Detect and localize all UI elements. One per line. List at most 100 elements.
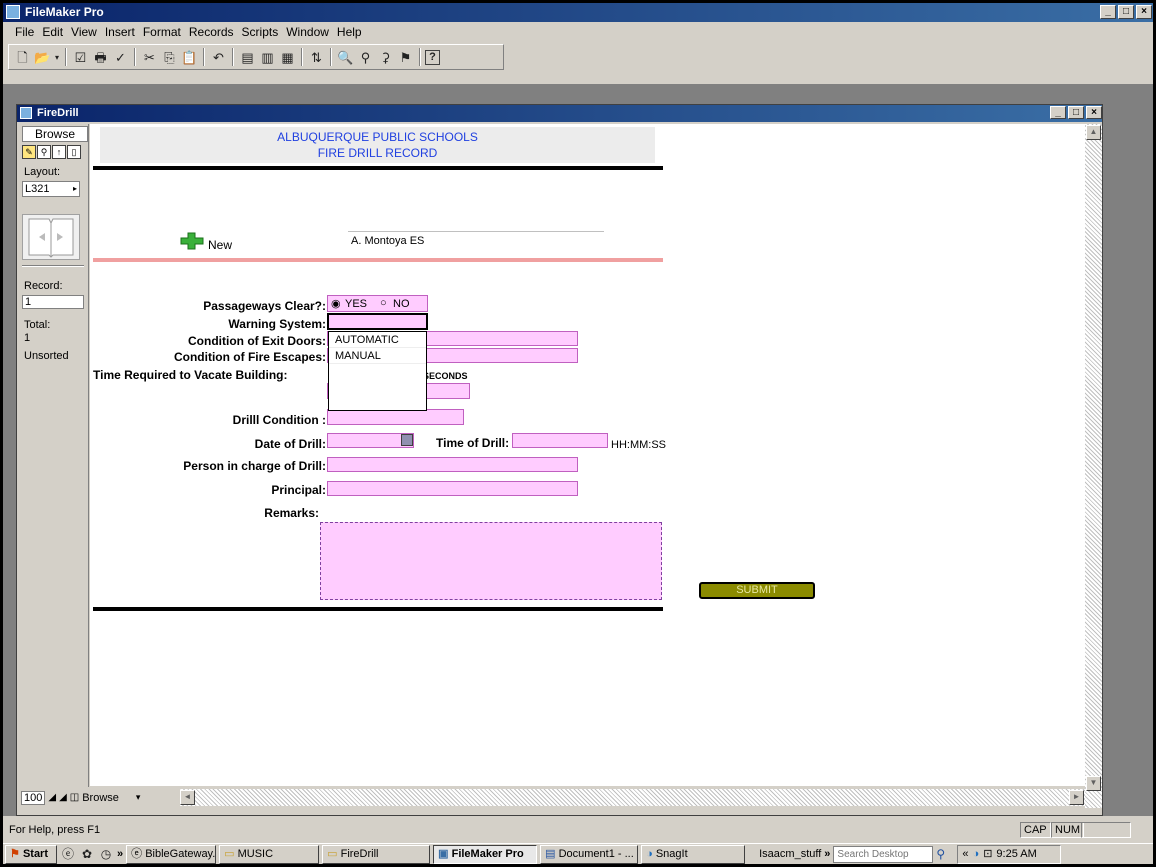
tray-network-icon[interactable]: ⊡ <box>983 846 992 863</box>
doc-close-icon[interactable]: × <box>1086 106 1102 119</box>
scroll-right-icon[interactable]: ► <box>1069 790 1084 805</box>
undo-icon[interactable]: ↶ <box>209 48 228 67</box>
new-record-icon[interactable]: ▤ <box>238 48 257 67</box>
scroll-up-icon[interactable]: ▲ <box>1086 125 1101 140</box>
record-number-input[interactable]: 1 <box>22 295 84 309</box>
sort-status: Unsorted <box>24 350 69 362</box>
search-icon[interactable]: ⚲ <box>936 847 954 861</box>
menu-help[interactable]: Help <box>333 25 366 39</box>
status-toggle-icon[interactable]: ◫ <box>70 792 79 803</box>
menu-file[interactable]: File <box>11 25 38 39</box>
filemaker-icon <box>6 5 20 19</box>
tray-snagit-icon[interactable]: ◑ <box>973 846 980 863</box>
doc-minimize-icon[interactable]: _ <box>1050 106 1066 119</box>
delete-record-icon[interactable]: ▦ <box>278 48 297 67</box>
folder-icon: ▭ <box>224 847 235 860</box>
menu-records[interactable]: Records <box>185 25 238 39</box>
task-firedrill[interactable]: ▭ FireDrill <box>322 844 431 864</box>
chevron-more-icon[interactable]: » <box>824 848 830 860</box>
copy-icon[interactable]: ⎘ <box>160 48 179 67</box>
record-book-icon[interactable] <box>22 214 80 260</box>
scroll-down-icon[interactable]: ▼ <box>1086 776 1101 791</box>
maximize-icon[interactable]: □ <box>1118 5 1134 19</box>
find-omit-icon[interactable]: ⚳ <box>376 48 395 67</box>
person-field[interactable] <box>327 457 578 472</box>
submit-button[interactable]: SUBMIT <box>699 582 815 599</box>
document-icon <box>20 107 32 119</box>
record-slider[interactable] <box>22 265 84 267</box>
remarks-field[interactable] <box>320 522 662 600</box>
chevron-more-icon[interactable]: » <box>117 848 123 860</box>
principal-field[interactable] <box>327 481 578 496</box>
zoom-level[interactable]: 100 <box>21 790 46 805</box>
layout-select[interactable]: L321 ▸ <box>22 181 80 197</box>
calendar-icon[interactable] <box>401 434 413 446</box>
system-tray: « ◑ ⊡ 9:25 AM <box>957 844 1062 864</box>
task-filemaker[interactable]: ▣ FileMaker Pro <box>433 844 538 864</box>
help-icon[interactable]: ? <box>425 49 440 65</box>
desktop-search-input[interactable] <box>833 845 934 863</box>
mode-popup[interactable]: Browse <box>82 792 119 804</box>
preview-mode-icon[interactable]: ▯ <box>67 145 81 159</box>
zoom-in-icon[interactable]: ◢ <box>59 792 67 803</box>
horizontal-scrollbar[interactable] <box>180 789 1085 806</box>
task-snagit[interactable]: ◑ SnagIt <box>641 844 746 864</box>
print-icon[interactable]: 🖶 <box>91 48 110 67</box>
document-titlebar: FireDrill <box>17 105 1102 122</box>
task-biblegateway[interactable]: ⓔ BibleGateway... <box>126 844 217 864</box>
time-format-hint: HH:MM:SS <box>611 439 666 451</box>
toolbar-user[interactable]: Isaacm_stuff <box>759 848 821 860</box>
find-icon[interactable]: 🔍 <box>336 48 355 67</box>
radio-yes-selected-icon[interactable]: ◉ <box>331 297 341 310</box>
sort-icon[interactable]: ⇅ <box>307 48 326 67</box>
new-file-icon[interactable]: 🗋 <box>13 48 32 67</box>
find-mode-icon[interactable]: ⚲ <box>37 145 51 159</box>
new-record-label[interactable]: New <box>208 238 232 252</box>
chevron-right-icon: ▸ <box>72 184 77 193</box>
menu-insert[interactable]: Insert <box>101 25 139 39</box>
browse-mode-icon[interactable]: ✎ <box>22 145 36 159</box>
minimize-icon[interactable]: _ <box>1100 5 1116 19</box>
find-all-icon[interactable]: ⚲ <box>356 48 375 67</box>
menu-window[interactable]: Window <box>282 25 333 39</box>
toolbar-separator <box>330 48 332 66</box>
dropdown-option-automatic[interactable]: AUTOMATIC <box>329 332 426 348</box>
radio-no-icon[interactable]: ○ <box>380 297 387 309</box>
quicklaunch-clock-icon[interactable]: ◷ <box>98 845 114 864</box>
menu-scripts[interactable]: Scripts <box>238 25 283 39</box>
windows-flag-icon: ⚑ <box>10 847 20 860</box>
clock: 9:25 AM <box>996 847 1037 860</box>
mode-indicator[interactable]: Browse <box>22 126 88 142</box>
mode-dropdown-icon[interactable]: ▾ <box>136 792 141 803</box>
doc-maximize-icon[interactable]: □ <box>1068 106 1084 119</box>
open-folder-icon[interactable]: 📂 <box>33 48 52 67</box>
drill-condition-field[interactable] <box>327 409 464 425</box>
show-all-icon[interactable]: ⚑ <box>396 48 415 67</box>
paste-icon[interactable]: 📋 <box>180 48 199 67</box>
warning-system-field[interactable] <box>327 313 428 330</box>
dropdown-option-manual[interactable]: MANUAL <box>329 348 426 364</box>
header-line2: FIRE DRILL RECORD <box>317 146 438 160</box>
menu-format[interactable]: Format <box>139 25 185 39</box>
school-field[interactable]: A. Montoya ES <box>348 231 604 249</box>
scroll-left-icon[interactable]: ◄ <box>180 790 195 805</box>
task-music[interactable]: ▭ MUSIC <box>219 844 320 864</box>
layout-mode-icon[interactable]: ↑ <box>52 145 66 159</box>
start-button[interactable]: ⚑ Start <box>5 844 57 864</box>
checkbox-icon[interactable]: ☑ <box>71 48 90 67</box>
ie-quicklaunch-icon[interactable]: ⓔ <box>60 845 76 864</box>
menu-edit[interactable]: Edit <box>38 25 67 39</box>
zoom-out-icon[interactable]: ◢ <box>48 792 56 803</box>
tray-expand-icon[interactable]: « <box>962 846 968 863</box>
quicklaunch-app-icon[interactable]: ✿ <box>79 845 95 864</box>
time-field[interactable] <box>512 433 608 448</box>
cut-icon[interactable]: ✂ <box>140 48 159 67</box>
vertical-scrollbar[interactable] <box>1085 124 1102 808</box>
plus-icon[interactable] <box>180 232 204 253</box>
duplicate-record-icon[interactable]: ▥ <box>258 48 277 67</box>
spellcheck-icon[interactable]: ✓ <box>111 48 130 67</box>
task-document1[interactable]: ▤ Document1 - ... <box>540 844 639 864</box>
menu-view[interactable]: View <box>67 25 101 39</box>
dropdown-arrow-icon[interactable]: ▾ <box>53 48 61 67</box>
close-icon[interactable]: × <box>1136 5 1152 19</box>
